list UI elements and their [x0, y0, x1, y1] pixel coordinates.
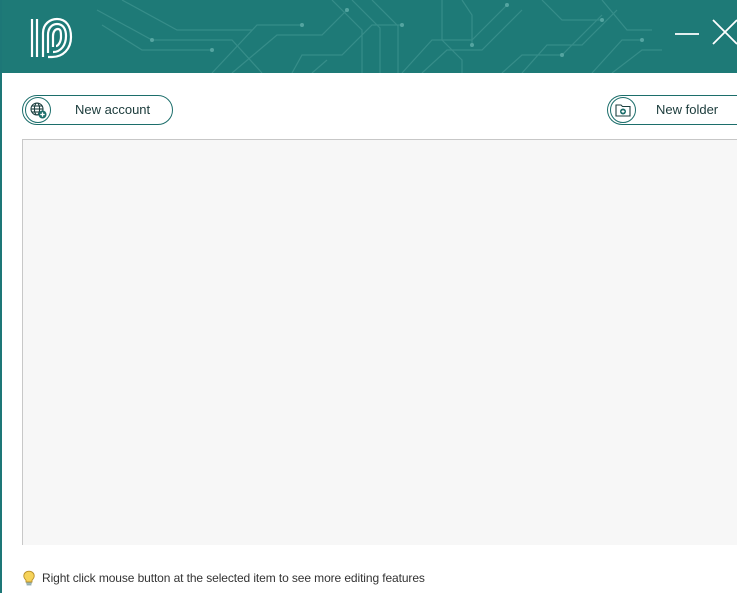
app-window: New account New folder Right click mouse…: [0, 0, 737, 593]
circuit-pattern-decoration: [96, 0, 662, 73]
title-bar[interactable]: [2, 0, 737, 73]
minimize-icon[interactable]: [669, 14, 705, 50]
close-icon[interactable]: [706, 14, 737, 50]
fingerprint-id-logo-icon: [30, 17, 73, 59]
new-folder-label: New folder: [656, 102, 719, 117]
icon-circle: [610, 97, 636, 123]
icon-circle: [25, 97, 51, 123]
new-account-label: New account: [75, 102, 151, 117]
lightbulb-icon: [23, 570, 35, 586]
globe-add-icon: [30, 102, 47, 119]
hint-text: Right click mouse button at the selected…: [42, 571, 425, 585]
folder-add-icon: [615, 104, 631, 117]
new-folder-button[interactable]: New folder: [607, 95, 737, 125]
new-account-button[interactable]: New account: [22, 95, 173, 125]
accounts-list[interactable]: [22, 140, 737, 545]
